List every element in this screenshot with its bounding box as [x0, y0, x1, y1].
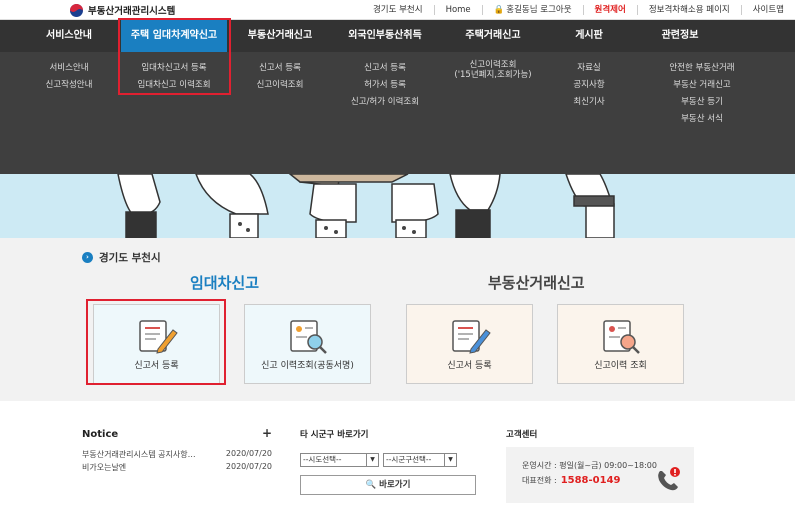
- notice-item[interactable]: 비가오는날엔 2020/07/20: [82, 462, 272, 473]
- hands-holding-house-illustration: [0, 174, 795, 238]
- menu-board[interactable]: 게시판: [563, 20, 615, 52]
- submenu-item[interactable]: 자료실: [563, 60, 615, 77]
- menu-housing-trade[interactable]: 주택거래신고: [451, 20, 535, 52]
- hero-illustration: [0, 174, 795, 238]
- chevron-down-icon: ▼: [444, 454, 456, 466]
- page: 부동산거래관리시스템 경기도 부천시 Home 🔒 홍길동님 로그아웃 원격제어 …: [0, 0, 795, 516]
- region-label: 경기도 부천시: [372, 5, 423, 15]
- sigungu-select[interactable]: --시군구선택-- ▼: [383, 453, 457, 467]
- sido-select-value: --시도선택--: [303, 455, 342, 464]
- home-link[interactable]: Home: [433, 5, 482, 15]
- remote-control-link[interactable]: 원격제어: [582, 5, 637, 15]
- menu-service-info[interactable]: 서비스안내: [30, 20, 108, 52]
- site-logo[interactable]: 부동산거래관리시스템: [70, 3, 175, 17]
- contact-box: 운영시간 : 평일(월~금) 09:00~18:00 대표전화 :1588-01…: [506, 447, 694, 503]
- submenu-item[interactable]: 신고서 등록: [237, 60, 323, 77]
- document-search-icon: [603, 320, 640, 354]
- quick-menu-section: › 경기도 부천시 임대차신고 부동산거래신고 신고서 등록 신고 이력조회(공…: [0, 238, 795, 401]
- card-trade-history[interactable]: 신고이력 조회: [557, 304, 684, 384]
- phone-line: 대표전화 :1588-0149: [522, 475, 621, 486]
- menu-foreigner-acquisition[interactable]: 외국인부동산취득: [336, 20, 434, 52]
- chevron-down-icon: ▼: [366, 454, 378, 466]
- submenu-item[interactable]: 최신기사: [563, 94, 615, 111]
- submenu-board: 자료실 공지사항 최신기사: [563, 60, 615, 111]
- submenu-item[interactable]: 신고작성안내: [30, 77, 108, 94]
- card-label: 신고서 등록: [447, 361, 492, 371]
- sigungu-select-value: --시군구선택--: [386, 455, 432, 464]
- accessibility-link[interactable]: 정보격차해소용 페이지: [636, 5, 741, 15]
- submenu-foreigner-acquisition: 신고서 등록 허가서 등록 신고/허가 이력조회: [336, 60, 434, 111]
- card-label: 신고 이력조회(공동서명): [261, 361, 354, 371]
- form-pencil-icon: [452, 320, 491, 354]
- highlight-box-card: [86, 299, 226, 385]
- submenu-housing-trade: 신고이력조회 ('15년폐지,조회가능): [440, 60, 546, 80]
- lock-icon: 🔒: [493, 5, 505, 15]
- submenu-item[interactable]: 부동산 등기: [652, 94, 752, 111]
- notice-item[interactable]: 부동산거래관리시스템 공지사항… 2020/07/20: [82, 449, 272, 460]
- contact-title: 고객센터: [506, 430, 538, 440]
- submenu-item[interactable]: 안전한 부동산거래: [652, 60, 752, 77]
- main-nav: 서비스안내 주택 임대차계약신고 부동산거래신고 외국인부동산취득 주택거래신고…: [0, 18, 795, 174]
- menu-real-estate-trade[interactable]: 부동산거래신고: [237, 20, 323, 52]
- phone-label: 대표전화 :: [522, 476, 557, 485]
- go-button[interactable]: 🔍 바로가기: [300, 475, 476, 495]
- submenu-item[interactable]: 신고/허가 이력조회: [336, 94, 434, 111]
- notice-item-title: 부동산거래관리시스템 공지사항…: [82, 450, 196, 459]
- submenu-note: ('15년폐지,조회가능): [454, 70, 532, 80]
- menu-related-info[interactable]: 관련정보: [652, 20, 708, 52]
- footer-widgets: Notice + 부동산거래관리시스템 공지사항… 2020/07/20 비가오…: [0, 401, 795, 516]
- notice-item-title: 비가오는날엔: [82, 463, 127, 472]
- location-indicator: › 경기도 부천시: [82, 250, 161, 265]
- utility-bar: 부동산거래관리시스템 경기도 부천시 Home 🔒 홍길동님 로그아웃 원격제어 …: [0, 0, 795, 20]
- section-title-lease: 임대차신고: [190, 274, 260, 292]
- submenu-item[interactable]: 부동산 서식: [652, 111, 752, 128]
- notice-item-date: 2020/07/20: [225, 462, 272, 471]
- sitemap-link[interactable]: 사이트맵: [740, 5, 795, 15]
- go-button-label: 바로가기: [379, 480, 411, 490]
- submenu-item[interactable]: 공지사항: [563, 77, 615, 94]
- card-lease-history[interactable]: 신고 이력조회(공동서명): [244, 304, 371, 384]
- top-nav: 경기도 부천시 Home 🔒 홍길동님 로그아웃 원격제어 정보격차해소용 페이지…: [362, 0, 795, 20]
- logout-link[interactable]: 🔒 홍길동님 로그아웃: [481, 5, 583, 15]
- submenu-item[interactable]: 서비스안내: [30, 60, 108, 77]
- notice-item-date: 2020/07/20: [225, 449, 272, 458]
- submenu-service-info: 서비스안내 신고작성안내: [30, 60, 108, 94]
- submenu-item[interactable]: 부동산 거래신고: [652, 77, 752, 94]
- chevron-right-icon: ›: [82, 252, 93, 263]
- shortcut-title: 타 시군구 바로가기: [300, 430, 369, 440]
- notice-more-button[interactable]: +: [262, 426, 272, 440]
- phone-number: 1588-0149: [560, 475, 621, 486]
- document-search-icon: [290, 320, 327, 354]
- operating-hours: 운영시간 : 평일(월~금) 09:00~18:00: [522, 461, 657, 470]
- submenu-item[interactable]: 신고이력조회: [440, 60, 546, 70]
- highlight-box-menu: [118, 18, 231, 95]
- submenu-related-info: 안전한 부동산거래 부동산 거래신고 부동산 등기 부동산 서식: [652, 60, 752, 128]
- submenu-real-estate-trade: 신고서 등록 신고이력조회: [237, 60, 323, 94]
- submenu-item[interactable]: 신고서 등록: [336, 60, 434, 77]
- section-title-trade: 부동산거래신고: [488, 274, 585, 292]
- government-emblem-icon: [70, 3, 83, 17]
- site-name: 부동산거래관리시스템: [88, 6, 176, 17]
- sido-select[interactable]: --시도선택-- ▼: [300, 453, 379, 467]
- card-label: 신고이력 조회: [594, 361, 647, 371]
- phone-alert-icon: [658, 467, 680, 491]
- notice-title: Notice: [82, 429, 119, 440]
- card-trade-register[interactable]: 신고서 등록: [406, 304, 533, 384]
- submenu-item[interactable]: 신고이력조회: [237, 77, 323, 94]
- submenu-item[interactable]: 허가서 등록: [336, 77, 434, 94]
- location-label: 경기도 부천시: [99, 252, 161, 264]
- logout-label: 홍길동님 로그아웃: [506, 5, 572, 15]
- search-icon: 🔍: [365, 480, 377, 490]
